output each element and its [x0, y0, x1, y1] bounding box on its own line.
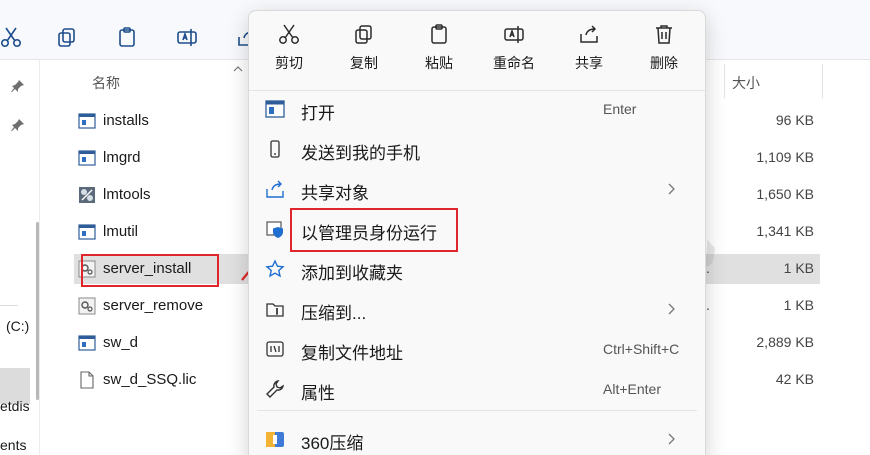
file-name: lmtools [103, 186, 151, 203]
file-size: 1,341 KB [756, 223, 814, 239]
360-zip-icon [265, 429, 285, 449]
file-name: lmutil [103, 223, 139, 240]
menu-item-label: 复制文件地址 [301, 344, 403, 363]
document-icon [78, 371, 96, 389]
chevron-right-icon [667, 433, 675, 445]
column-separator[interactable] [724, 64, 725, 98]
action-label: 删除 [650, 55, 678, 71]
file-name: sw_d_SSQ.lic [103, 371, 197, 388]
share-icon [265, 179, 285, 199]
file-size: 1 KB [783, 260, 814, 276]
menu-action-delete[interactable]: 删除 [634, 23, 694, 83]
nav-drive-label: (C:) [6, 318, 30, 334]
nav-scrollbar[interactable] [36, 222, 39, 400]
app-icon [78, 334, 96, 352]
cut-icon [278, 23, 300, 45]
menu-item-shortcut: Ctrl+Shift+C [603, 341, 680, 357]
menu-item-label: 发送到我的手机 [301, 144, 420, 163]
file-type-truncated: . [706, 297, 710, 313]
navigation-pane: (C:) etdis ents [0, 60, 40, 455]
file-type-truncated: . [706, 260, 710, 276]
cut-icon[interactable] [0, 26, 22, 48]
menu-item-label: 360压缩 [301, 434, 364, 453]
column-header-name[interactable]: 名称 [92, 73, 120, 103]
open-icon [265, 99, 285, 119]
file-name: server_remove [103, 297, 204, 314]
nav-item-label[interactable]: etdis [0, 398, 30, 414]
app-icon [78, 112, 96, 130]
phone-icon [265, 139, 285, 159]
paste-icon[interactable] [116, 26, 138, 48]
file-size: 1 KB [783, 297, 814, 313]
menu-item-add-to-favorites[interactable]: 添加到收藏夹 [257, 250, 697, 288]
action-label: 共享 [575, 55, 603, 71]
file-name: lmgrd [103, 149, 141, 166]
wrench-icon [265, 379, 285, 399]
menu-action-paste[interactable]: 粘贴 [409, 23, 469, 83]
menu-item-open[interactable]: 打开 Enter [257, 90, 697, 128]
nav-item-label[interactable]: ents [0, 437, 26, 453]
rename-icon[interactable] [176, 26, 198, 48]
action-label: 重命名 [493, 55, 535, 71]
rename-icon [503, 23, 525, 45]
shield-icon [265, 219, 285, 239]
menu-action-copy[interactable]: 复制 [334, 23, 394, 83]
file-size: 2,889 KB [756, 334, 814, 350]
file-size: 1,109 KB [756, 149, 814, 165]
chevron-right-icon [667, 183, 675, 195]
copy-icon[interactable] [56, 26, 78, 48]
menu-action-share[interactable]: 共享 [559, 23, 619, 83]
menu-item-shortcut: Alt+Enter [603, 381, 661, 397]
tool-app-icon [78, 186, 96, 204]
menu-action-cut[interactable]: 剪切 [259, 23, 319, 83]
menu-item-compress-to[interactable]: 压缩到... [257, 290, 697, 328]
admin-highlight-box [290, 208, 458, 252]
star-icon [265, 259, 285, 279]
menu-item-label: 打开 [301, 104, 335, 123]
menu-item-properties[interactable]: 属性 Alt+Enter [257, 370, 697, 408]
column-separator[interactable] [822, 64, 823, 98]
menu-item-360-compress[interactable]: 360压缩 [257, 420, 697, 455]
batch-file-icon [78, 297, 96, 315]
app-icon [78, 149, 96, 167]
file-name: sw_d [103, 334, 139, 351]
trash-icon [653, 23, 675, 45]
menu-divider [257, 410, 697, 411]
action-label: 复制 [350, 55, 378, 71]
sort-caret-icon [233, 66, 243, 72]
share-icon [578, 23, 600, 45]
menu-item-copy-path[interactable]: 复制文件地址 Ctrl+Shift+C [257, 330, 697, 368]
copy-path-icon [265, 339, 285, 359]
menu-item-label: 压缩到... [301, 304, 367, 323]
column-header-size[interactable]: 大小 [732, 73, 760, 103]
menu-item-shortcut: Enter [603, 101, 637, 117]
pin-icon[interactable] [11, 79, 25, 93]
menu-action-rename[interactable]: 重命名 [484, 23, 544, 83]
file-name: installs [103, 112, 149, 129]
action-label: 剪切 [275, 55, 303, 71]
menu-item-label: 添加到收藏夹 [301, 264, 403, 283]
menu-item-label: 属性 [301, 384, 335, 403]
file-size: 96 KB [775, 112, 814, 128]
paste-icon [428, 23, 450, 45]
app-icon [78, 223, 96, 241]
zip-folder-icon [265, 299, 285, 319]
action-label: 粘贴 [425, 55, 453, 71]
menu-item-send-to-phone[interactable]: 发送到我的手机 [257, 130, 697, 168]
menu-item-label: 共享对象 [301, 184, 369, 203]
menu-item-share-with[interactable]: 共享对象 [257, 170, 697, 208]
file-highlight-box [81, 254, 219, 287]
chevron-right-icon [667, 303, 675, 315]
copy-icon [353, 23, 375, 45]
pin-icon[interactable] [11, 118, 25, 132]
nav-divider [0, 305, 18, 306]
file-size: 1,650 KB [756, 186, 814, 202]
file-size: 42 KB [775, 371, 814, 387]
